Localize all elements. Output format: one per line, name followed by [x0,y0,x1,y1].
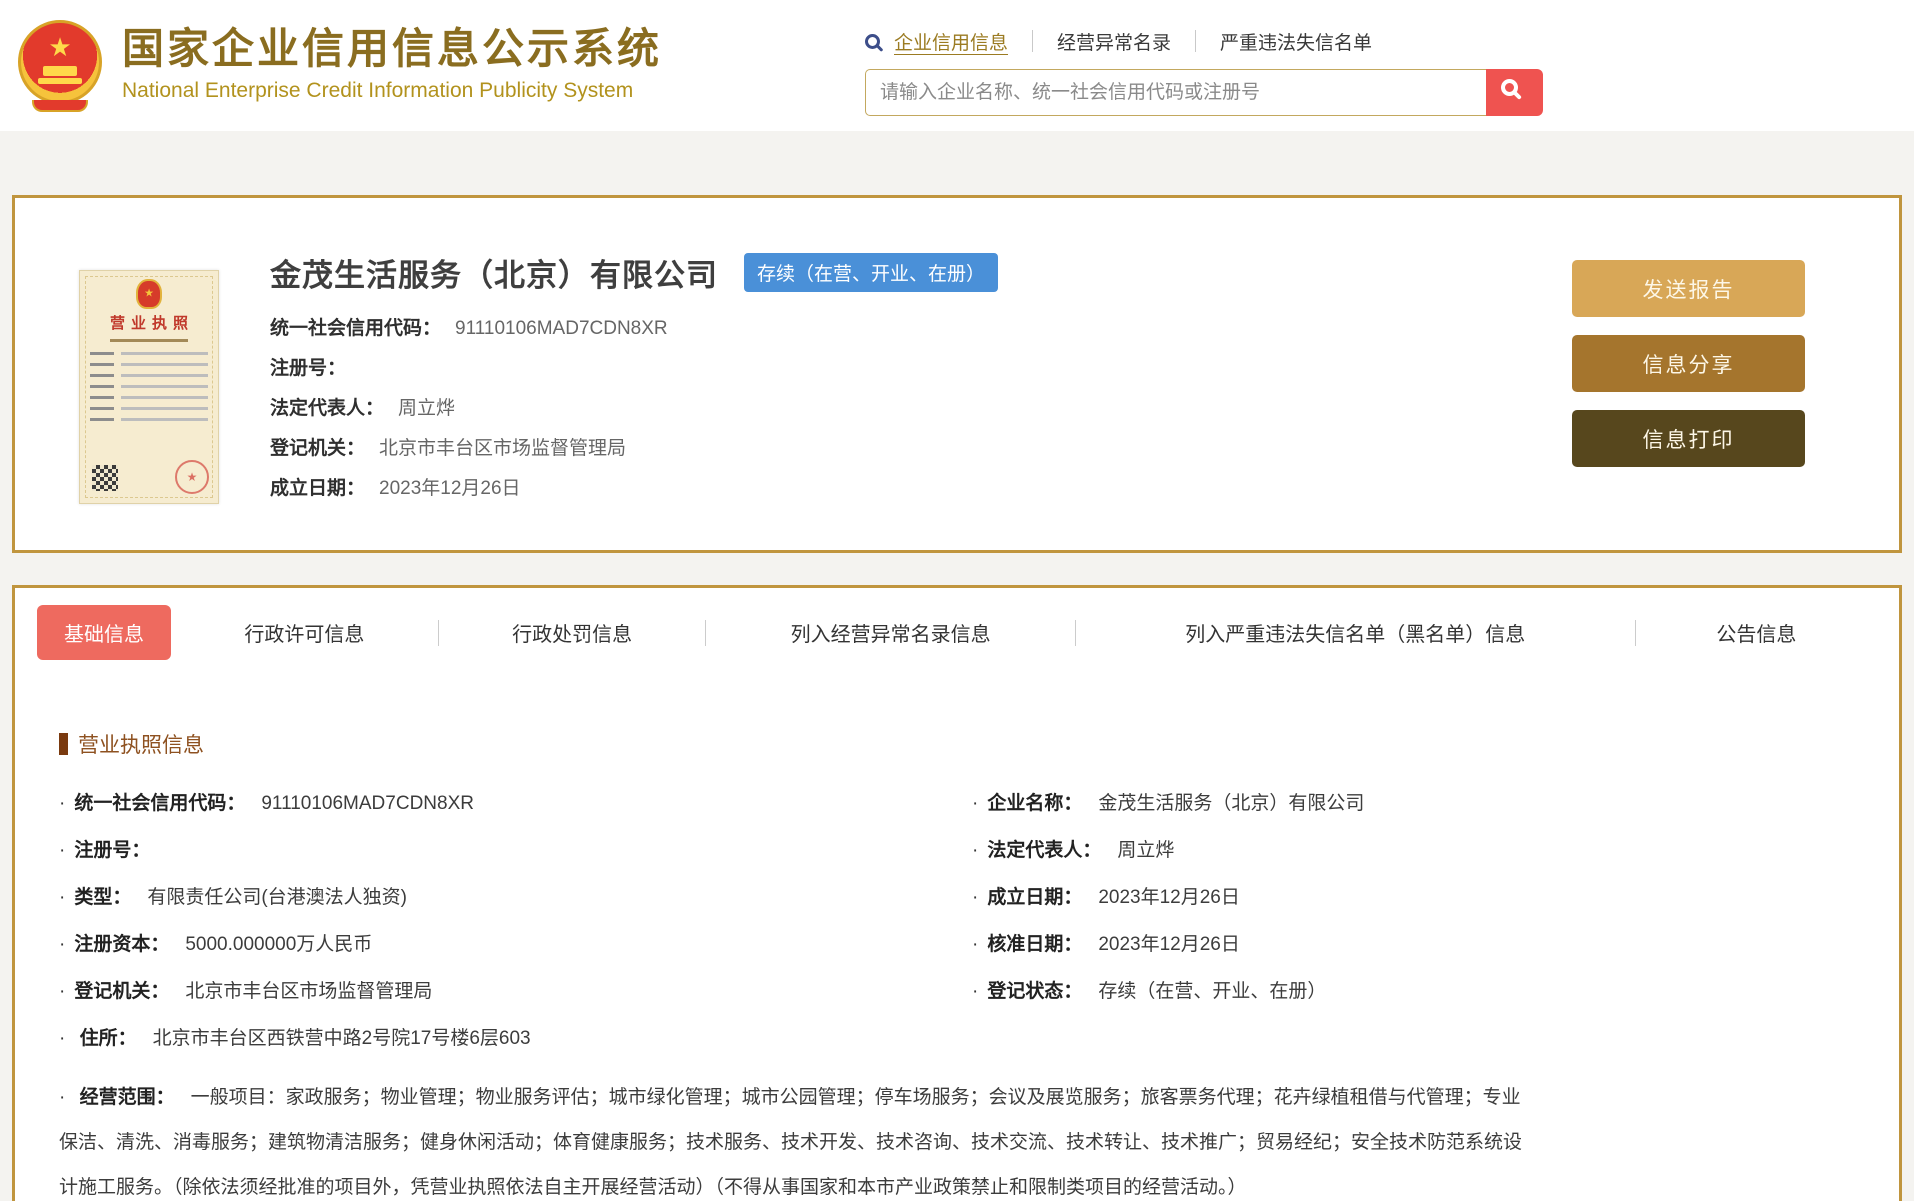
site-brand: ★ 国家企业信用信息公示系统 National Enterprise Credi… [14,14,662,114]
detail-tabbar: 基础信息 行政许可信息 行政处罚信息 列入经营异常名录信息 列入严重违法失信名单… [15,588,1899,673]
nav-link-serious-violation-list[interactable]: 严重违法失信名单 [1220,28,1372,55]
tab-serious-violation-blacklist[interactable]: 列入严重违法失信名单（黑名单）信息 [1076,618,1635,647]
top-nav: 企业信用信息 经营异常名录 严重违法失信名单 [865,26,1543,56]
send-report-button[interactable]: 发送报告 [1572,260,1805,317]
search-button[interactable] [1486,69,1543,116]
tab-announcement-info[interactable]: 公告信息 [1636,618,1877,647]
business-license-thumbnail: 营业执照 [79,270,219,504]
nav-link-enterprise-credit[interactable]: 企业信用信息 [894,28,1008,55]
detail-registration-authority: 登记机关：北京市丰台区市场监督管理局 [59,981,942,1003]
company-summary-card: 营业执照 金茂生活服务（北京）有限公司 存续（在营、开业、在册） 统一社会信用代… [12,195,1902,553]
info-share-button[interactable]: 信息分享 [1572,335,1805,392]
detail-legal-representative: 法定代表人：周立烨 [972,840,1855,862]
nav-divider [1195,30,1197,52]
detail-card: 基础信息 行政许可信息 行政处罚信息 列入经营异常名录信息 列入严重违法失信名单… [12,585,1902,1201]
tab-abnormal-operation-list[interactable]: 列入经营异常名录信息 [706,618,1074,647]
detail-company-type: 类型：有限责任公司(台港澳法人独资) [59,887,942,909]
detail-address: 住所：北京市丰台区西铁营中路2号院17号楼6层603 [59,1028,1855,1050]
section-title-business-license: 营业执照信息 [59,729,1899,759]
detail-registered-capital: 注册资本：5000.000000万人民币 [59,934,942,956]
section-title-bar [59,733,68,755]
detail-registration-number: 注册号： [59,840,942,862]
field-establishment-date: 成立日期： 2023年12月26日 [270,478,521,499]
national-emblem-logo: ★ [14,14,106,114]
detail-registration-status: 登记状态：存续（在营、开业、在册） [972,981,1855,1003]
field-credit-code: 统一社会信用代码： 91110106MAD7CDN8XR [270,318,668,339]
license-subtitle-bar [110,339,188,342]
site-header: ★ 国家企业信用信息公示系统 National Enterprise Credi… [0,0,1914,131]
tab-administrative-license[interactable]: 行政许可信息 [171,618,438,647]
company-name: 金茂生活服务（北京）有限公司 [270,258,718,293]
status-badge: 存续（在营、开业、在册） [744,253,999,292]
license-title: 营业执照 [109,315,194,332]
detail-credit-code: 统一社会信用代码：91110106MAD7CDN8XR [59,793,942,815]
field-registration-authority: 登记机关： 北京市丰台区市场监督管理局 [270,438,627,459]
field-legal-representative: 法定代表人： 周立烨 [270,398,456,419]
detail-company-name: 企业名称：金茂生活服务（北京）有限公司 [972,793,1855,815]
site-title-cn: 国家企业信用信息公示系统 [122,25,663,72]
detail-establishment-date: 成立日期：2023年12月26日 [972,887,1855,909]
nav-divider [1032,30,1034,52]
nav-link-abnormal-directory[interactable]: 经营异常名录 [1057,28,1171,55]
detail-business-scope: 经营范围：一般项目：家政服务；物业管理；物业服务评估；城市绿化管理；城市公园管理… [59,1075,1537,1201]
license-emblem-icon [136,279,162,309]
tab-administrative-penalty[interactable]: 行政处罚信息 [439,618,706,647]
license-detail-grid: 统一社会信用代码：91110106MAD7CDN8XR 企业名称：金茂生活服务（… [15,759,1899,1003]
license-qr-code [92,465,118,491]
field-registration-number: 注册号： [270,358,347,379]
search-input[interactable] [865,69,1486,116]
tab-basic-info[interactable]: 基础信息 [37,605,171,660]
info-print-button[interactable]: 信息打印 [1572,410,1805,467]
detail-approval-date: 核准日期：2023年12月26日 [972,934,1855,956]
site-title-en: National Enterprise Credit Information P… [122,79,634,102]
search-icon [865,33,880,49]
search-icon [1501,79,1518,96]
license-field-bars [90,352,208,421]
license-red-seal [175,460,209,494]
